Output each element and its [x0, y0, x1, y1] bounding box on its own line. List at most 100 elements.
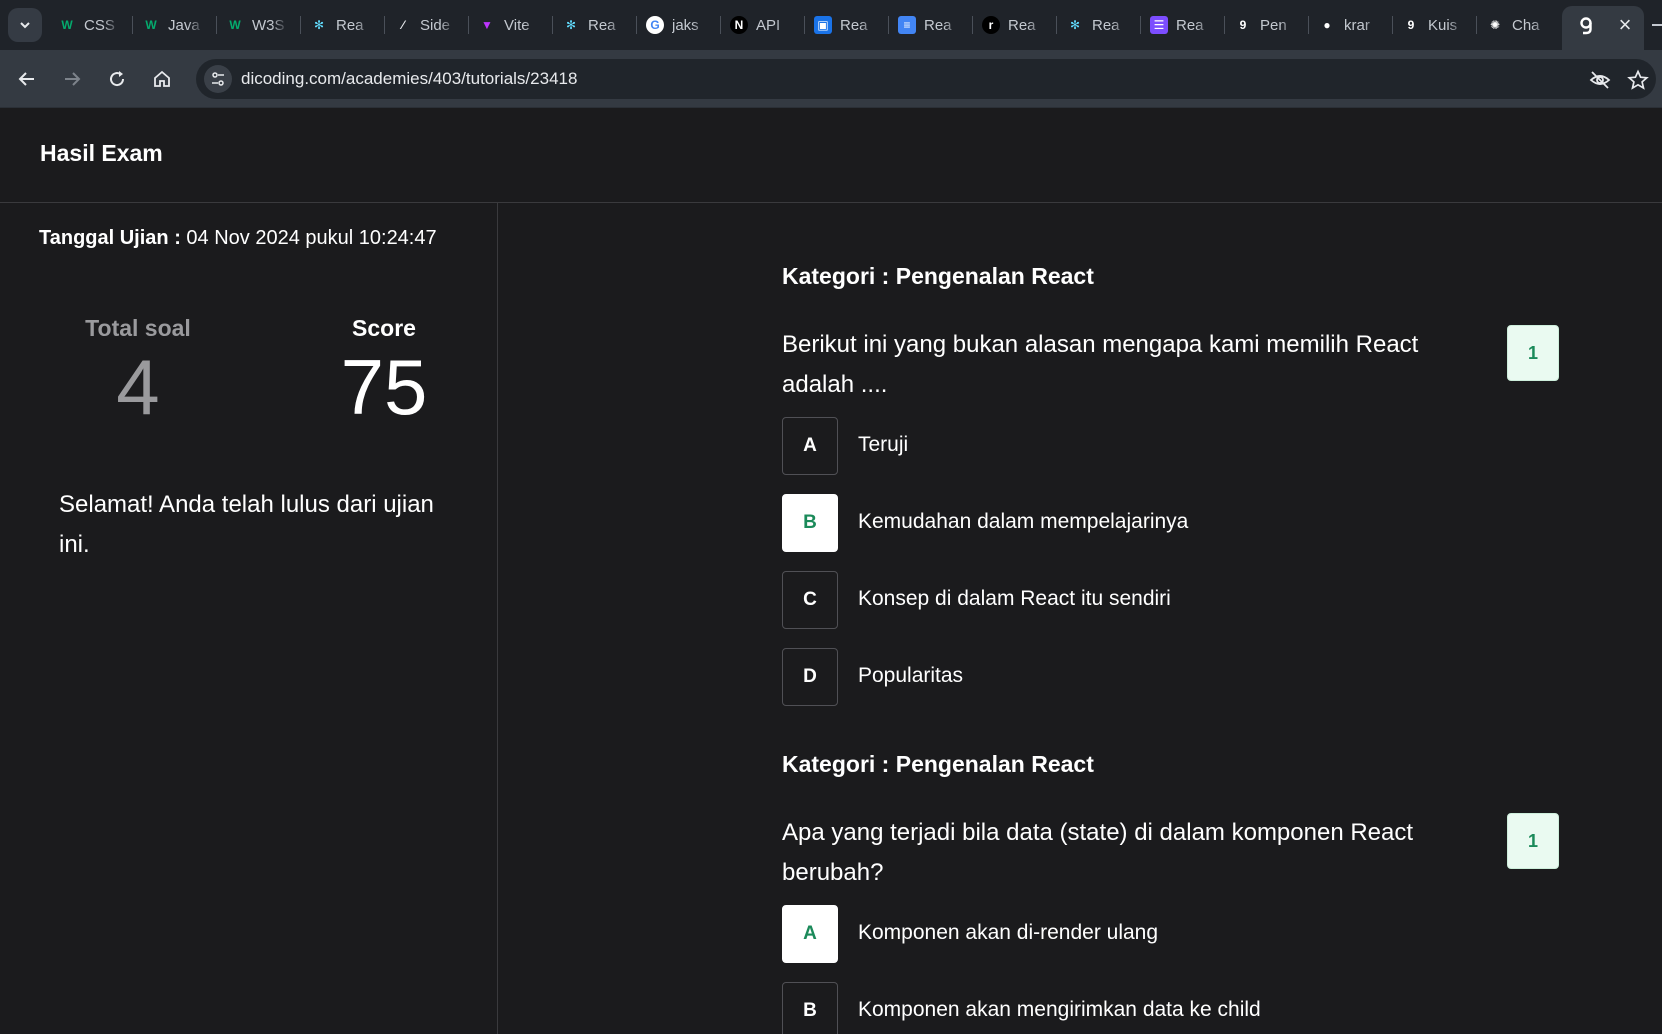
option-letter: A — [782, 417, 838, 475]
browser-tab[interactable]: ☰ Rea — [1142, 10, 1226, 40]
option-d: D Popularitas — [782, 648, 1542, 706]
tab-title: CSS — [84, 16, 115, 34]
summary-panel: Tanggal Ujian : 04 Nov 2024 pukul 10:24:… — [0, 203, 498, 1034]
tab-separator — [636, 16, 637, 34]
chevron-down-icon — [20, 22, 30, 29]
tab-title: W3S — [252, 16, 285, 34]
dicoding-icon: 9 — [1239, 18, 1247, 32]
address-bar[interactable]: dicoding.com/academies/403/tutorials/234… — [196, 59, 1656, 99]
browser-tab[interactable]: N API — [722, 10, 806, 40]
site-info-button[interactable] — [204, 65, 232, 93]
eye-off-icon[interactable] — [1588, 68, 1612, 92]
browser-tab[interactable]: ▼ Vite — [470, 10, 554, 40]
question-text: Apa yang terjadi bila data (state) di da… — [782, 819, 1414, 886]
questions-panel: Kategori : Pengenalan React Berikut ini … — [499, 203, 1662, 1034]
list-icon: ☰ — [1150, 16, 1168, 34]
close-tab-button[interactable]: × — [1614, 14, 1636, 36]
page-title: Hasil Exam — [40, 140, 163, 166]
option-letter: C — [782, 571, 838, 629]
option-letter: A — [782, 905, 838, 963]
option-b: B Komponen akan mengirimkan data ke chil… — [782, 982, 1542, 1034]
home-button[interactable] — [147, 64, 177, 94]
tab-strip: W CSS W Java W W3S ✻ Rea ⁄ Side ▼ Vite ✻ Rea Gjaks N API… — [0, 0, 1662, 50]
tab-separator — [384, 16, 385, 34]
browser-tab[interactable]: ✻ Rea — [1058, 10, 1142, 40]
reload-button[interactable] — [102, 64, 132, 94]
url-text[interactable]: dicoding.com/academies/403/tutorials/234… — [241, 69, 577, 89]
option-letter: D — [782, 648, 838, 706]
tab-separator — [132, 16, 133, 34]
close-icon: × — [1618, 12, 1632, 37]
option-text: Komponen akan di-render ulang — [858, 921, 1159, 944]
option-text: Komponen akan mengirimkan data ke child — [858, 998, 1261, 1021]
react-icon: ✻ — [313, 18, 325, 32]
browser-tab[interactable]: ✺ Cha — [1478, 10, 1562, 40]
react-icon: ✻ — [565, 18, 577, 32]
tab-separator — [1140, 16, 1141, 34]
tab-search-button[interactable] — [8, 8, 42, 42]
browser-tab[interactable]: r Rea — [974, 10, 1058, 40]
tab-title: Cha — [1512, 16, 1540, 34]
tab-separator — [1476, 16, 1477, 34]
question-card: Kategori : Pengenalan React Berikut ini … — [782, 263, 1582, 743]
browser-tab[interactable]: Gjaks — [638, 10, 722, 40]
tab-title: Pen — [1260, 16, 1287, 34]
question-card: Kategori : Pengenalan React Apa yang ter… — [782, 751, 1582, 1034]
tab-separator — [1392, 16, 1393, 34]
github-icon: ● — [1323, 18, 1331, 32]
tab-title: Rea — [336, 16, 364, 34]
browser-tab[interactable]: 9 Pen — [1226, 10, 1310, 40]
tab-title: Java — [168, 16, 200, 34]
tab-separator — [552, 16, 553, 34]
tab-title: Side — [420, 16, 451, 34]
option-text: Teruji — [858, 433, 909, 456]
bookmark-star-icon[interactable] — [1626, 68, 1650, 92]
option-letter: B — [782, 494, 838, 552]
browser-tab[interactable]: W W3S — [218, 10, 302, 40]
tab-title: Rea — [1092, 16, 1120, 34]
vite-icon: ▼ — [481, 18, 493, 32]
question-score-badge: 1 — [1507, 813, 1559, 869]
tab-title: API — [756, 16, 781, 34]
browser-tab[interactable]: ✻ Rea — [554, 10, 638, 40]
browser-tab[interactable]: 9 Kuis — [1394, 10, 1478, 40]
tab-separator — [720, 16, 721, 34]
tab-separator — [300, 16, 301, 34]
tab-separator — [972, 16, 973, 34]
w3schools-icon: W — [145, 18, 157, 32]
option-text: Konsep di dalam React itu sendiri — [858, 587, 1171, 610]
n-icon: N — [730, 16, 748, 34]
browser-tab[interactable]: ✻ Rea — [302, 10, 386, 40]
dicoding-icon — [1576, 16, 1596, 36]
browser-tab[interactable]: W CSS — [50, 10, 134, 40]
reload-icon — [110, 71, 125, 87]
tab-title: Rea — [1008, 16, 1036, 34]
total-questions-value: 4 — [116, 343, 160, 431]
browser-tab[interactable]: ≡ Rea — [890, 10, 974, 40]
tab-separator — [468, 16, 469, 34]
exam-date: Tanggal Ujian : 04 Nov 2024 pukul 10:24:… — [39, 227, 437, 250]
browser-tab[interactable]: ● krar — [1310, 10, 1394, 40]
page-header: Hasil Exam — [0, 108, 1662, 203]
question-category: Kategori : Pengenalan React — [782, 263, 1094, 289]
question-text: Berikut ini yang bukan alasan mengapa ka… — [782, 331, 1419, 398]
react-icon: ✻ — [1069, 18, 1081, 32]
tab-title: Kuis — [1428, 16, 1458, 34]
option-a-selected: A Komponen akan di-render ulang — [782, 905, 1542, 963]
forward-button[interactable] — [57, 64, 87, 94]
exam-date-label: Tanggal Ujian : — [39, 227, 181, 249]
question-score-badge: 1 — [1507, 325, 1559, 381]
tab-separator — [1224, 16, 1225, 34]
tab-title: Rea — [588, 16, 616, 34]
tab-overflow-indicator — [1652, 24, 1662, 26]
r-icon: r — [982, 16, 1000, 34]
tab-title: krar — [1344, 16, 1370, 34]
option-a: A Teruji — [782, 417, 1542, 475]
option-letter: B — [782, 982, 838, 1034]
browser-tab[interactable]: W Java — [134, 10, 218, 40]
tab-title: Vite — [504, 16, 530, 34]
back-button[interactable] — [12, 64, 42, 94]
browser-tab[interactable]: ▣ Rea — [806, 10, 890, 40]
active-tab[interactable]: × — [1562, 6, 1644, 50]
browser-tab[interactable]: ⁄ Side — [386, 10, 470, 40]
